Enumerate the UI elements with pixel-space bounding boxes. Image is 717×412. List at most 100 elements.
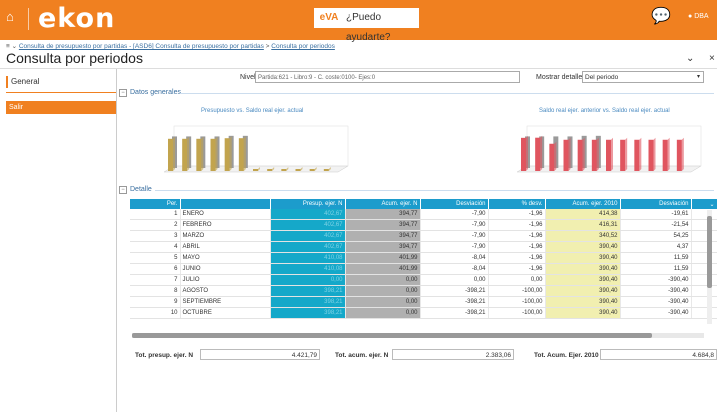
cell-pct: -1,96: [488, 209, 546, 220]
assistant-input[interactable]: ¿Puedo ayudarte?: [344, 8, 419, 43]
ekon-logo: ekon: [38, 3, 116, 34]
divider: [155, 190, 714, 191]
chevron-down-icon[interactable]: ▾: [697, 72, 700, 83]
home-icon[interactable]: ⌂: [6, 10, 20, 24]
bar-series1: [168, 138, 173, 171]
table-row[interactable]: 4 ABRIL 402,67 394,77 -7,90 -1,96 390,40 4,37: [130, 241, 717, 253]
breadcrumb-link-periodos[interactable]: Consulta por periodos: [271, 43, 335, 50]
scrollbar-thumb[interactable]: [132, 333, 652, 338]
cell-empty: [691, 285, 717, 297]
eva-logo[interactable]: eVA: [314, 8, 344, 28]
cell-mes: ENERO: [180, 209, 271, 220]
table-row[interactable]: 6 JUNIO 410,08 401,99 -8,04 -1,96 390,40 11,59: [130, 263, 717, 275]
cell-presup: 398,21: [270, 307, 346, 319]
chevron-down-icon[interactable]: ⌄: [686, 53, 694, 64]
cell-per: 2: [130, 219, 181, 231]
breadcrumb-separator: >: [265, 43, 270, 50]
table-horizontal-scrollbar[interactable]: [132, 333, 704, 338]
bar-side: [229, 136, 232, 171]
bar-series1: [224, 138, 230, 171]
bar-series1: [267, 169, 273, 171]
column-header[interactable]: Per.: [130, 199, 181, 209]
cell-desv2: 11,59: [620, 252, 692, 264]
table-row[interactable]: 10 OCTUBRE 398,21 0,00 -398,21 -100,00 390,40-…: [130, 307, 717, 319]
datos-generales-toggle[interactable]: − Datos generales: [119, 89, 181, 97]
cell-desv: -8,04: [420, 252, 489, 264]
cell-acum: 0,00: [345, 285, 421, 297]
cell-per: 7: [130, 274, 181, 286]
bar-series1: [238, 138, 244, 171]
sidebar: General Salir: [0, 69, 117, 412]
bar-side: [215, 136, 218, 171]
section-title: Detalle: [130, 186, 152, 193]
top-bar: ⌂ ekon eVA ¿Puedo ayudarte? 💬 ● DBA: [0, 0, 717, 43]
table-row[interactable]: 1 ENERO 402,67 394,77 -7,90 -1,96 414,38 -19,61: [130, 209, 717, 220]
table-row[interactable]: 5 MAYO 410,08 401,99 -8,04 -1,96 390,40 11,59: [130, 252, 717, 264]
bar-side: [681, 137, 684, 171]
breadcrumb-link-presupuesto[interactable]: Consulta de presupuesto por partidas - […: [19, 43, 264, 50]
cell-pct: -1,96: [488, 252, 546, 264]
cell-presup: 402,67: [270, 209, 346, 220]
user-menu[interactable]: ● DBA: [688, 13, 709, 20]
detalle-toggle[interactable]: − Detalle: [119, 186, 152, 194]
sidebar-item-general[interactable]: General: [6, 76, 114, 88]
table-header-row: Per. Presup. ejer. N Acum. ejer. N Desvi…: [130, 199, 717, 209]
top-bar-divider: [28, 8, 29, 30]
bar-series1: [521, 137, 526, 171]
chart-title-right: Saldo real ejer. anterior vs. Saldo real…: [539, 108, 670, 114]
cell-acum2010: 390,40: [545, 241, 621, 253]
cell-presup: 398,21: [270, 296, 346, 308]
cell-presup: 398,21: [270, 285, 346, 297]
menu-icon[interactable]: ≡ ⌄: [6, 43, 17, 50]
column-header[interactable]: Desviación: [420, 199, 489, 209]
bar-side: [582, 137, 585, 171]
cell-desv: -398,21: [420, 285, 489, 297]
table-row[interactable]: 2 FEBRERO 402,67 394,77 -7,90 -1,96 416,31 -21,…: [130, 219, 717, 231]
table-row[interactable]: 8 AGOSTO 398,21 0,00 -398,21 -100,00 390,40 -39…: [130, 285, 717, 297]
nivel-field[interactable]: Partida:621 - Libro:9 - C. coste:0100- E…: [255, 71, 520, 83]
bar-side: [187, 136, 190, 171]
table-row[interactable]: 7 JULIO 0,00 0,00 0,00 0,00 390,40 -390,40: [130, 274, 717, 286]
bar-series1: [634, 139, 640, 171]
table-vertical-scrollbar[interactable]: [707, 210, 712, 324]
chart-title-left: Presupuesto vs. Saldo real ejer. actual: [201, 108, 304, 114]
close-icon[interactable]: ×: [709, 53, 715, 64]
scrollbar-thumb[interactable]: [707, 216, 712, 288]
cell-empty: [691, 252, 717, 264]
salir-button[interactable]: Salir: [6, 101, 116, 114]
column-header[interactable]: Acum. ejer. N: [345, 199, 421, 209]
cell-acum2010: 390,40: [545, 263, 621, 275]
column-header[interactable]: Presup. ejer. N: [270, 199, 346, 209]
bar-series1: [281, 169, 287, 171]
divider: [180, 93, 714, 94]
cell-desv2: -21,54: [620, 219, 692, 231]
cell-pct: -1,96: [488, 263, 546, 275]
total-acum-field: 2.383,06: [392, 349, 514, 360]
column-header[interactable]: Acum. ejer. 2010: [545, 199, 621, 209]
cell-per: 8: [130, 285, 181, 297]
nivel-label: Nivel: [240, 74, 256, 81]
mostrar-detalle-value: Del periodo: [585, 74, 619, 81]
bar-series1: [210, 138, 216, 171]
mostrar-detalle-select[interactable]: Del periodo ▾: [582, 71, 704, 83]
cell-acum: 394,77: [345, 241, 421, 253]
chevron-down-icon[interactable]: ⌄: [709, 202, 714, 208]
bar-series1: [620, 139, 626, 171]
column-header[interactable]: % desv.: [488, 199, 546, 209]
bar-side: [568, 137, 571, 171]
cell-per: 10: [130, 307, 181, 319]
cell-empty: [691, 230, 717, 242]
column-header[interactable]: Desviación: [620, 199, 692, 209]
cell-acum: 401,99: [345, 263, 421, 275]
cell-acum: 401,99: [345, 252, 421, 264]
cell-desv: -398,21: [420, 296, 489, 308]
cell-per: 9: [130, 296, 181, 308]
help-chat-icon[interactable]: 💬: [650, 6, 672, 30]
user-icon: ●: [688, 13, 693, 20]
table-row[interactable]: 3 MARZO 402,67 394,77 -7,90 -1,96 340,52 54,25: [130, 230, 717, 242]
cell-pct: -100,00: [488, 307, 546, 319]
column-menu[interactable]: ⌄: [691, 199, 717, 209]
collapse-box-icon: −: [119, 186, 127, 194]
table-row[interactable]: 9 SEPTIEMBRE 398,21 0,00 -398,21 -100,00 390,4…: [130, 296, 717, 308]
cell-desv2: -19,61: [620, 209, 692, 220]
